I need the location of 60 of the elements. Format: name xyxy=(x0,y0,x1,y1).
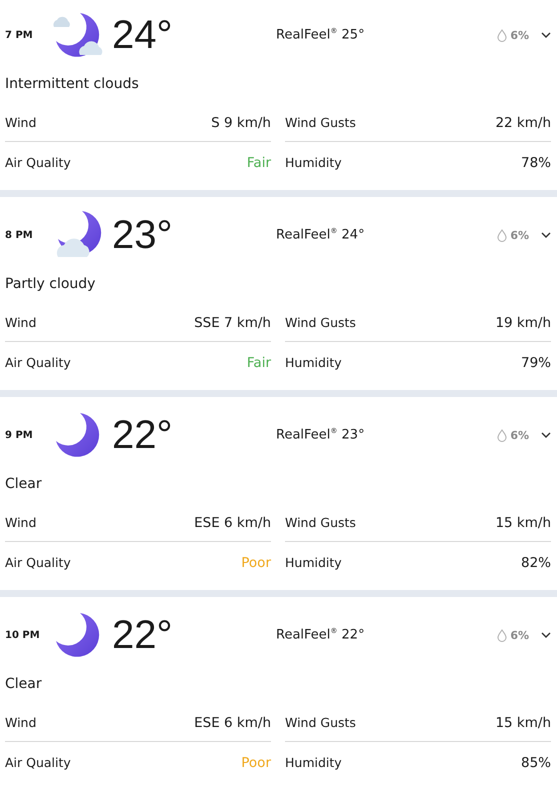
precip-chance: 6% xyxy=(510,428,529,442)
stat-label: Air Quality xyxy=(5,555,71,570)
precip-chance: 6% xyxy=(510,228,529,242)
stat-value: ESE 6 km/h xyxy=(194,515,271,531)
stat-value: 85% xyxy=(520,755,551,771)
precip-chance: 6% xyxy=(510,28,529,42)
stat-value: 22 km/h xyxy=(495,115,551,131)
chevron-icon[interactable] xyxy=(541,632,551,638)
stat-label: Wind xyxy=(5,315,36,330)
stat-label: Wind Gusts xyxy=(285,315,356,330)
stat-value: 19 km/h xyxy=(495,315,551,331)
hour-label: 7 PM xyxy=(5,30,34,40)
stat-value: ESE 6 km/h xyxy=(194,715,271,731)
drop-icon xyxy=(497,628,508,642)
stat-value: 82% xyxy=(520,555,551,571)
condition-text: Clear xyxy=(5,676,43,692)
temperature: 22° xyxy=(112,412,174,458)
hour-label: 8 PM xyxy=(5,230,34,240)
stat-value: Poor xyxy=(241,755,271,771)
stat-value: S 9 km/h xyxy=(211,115,271,131)
drop-icon xyxy=(497,228,508,242)
stat-value: Fair xyxy=(246,155,271,171)
stat-label: Humidity xyxy=(285,755,342,770)
stat-label: Air Quality xyxy=(5,155,71,170)
temperature: 24° xyxy=(112,12,174,58)
temperature: 22° xyxy=(112,612,174,658)
stat-label: Humidity xyxy=(285,155,342,170)
realfeel-text: RealFeel$^{®}$ 24° xyxy=(276,227,366,243)
chevron-icon[interactable] xyxy=(541,232,551,238)
stat-label: Wind xyxy=(5,515,36,530)
stat-label: Wind Gusts xyxy=(285,115,356,130)
stat-label: Wind xyxy=(5,115,36,130)
condition-text: Clear xyxy=(5,476,43,492)
condition-text: Partly cloudy xyxy=(5,276,96,292)
stat-value: Poor xyxy=(241,555,271,571)
realfeel-text: RealFeel$^{®}$ 22° xyxy=(276,627,366,643)
stat-label: Humidity xyxy=(285,555,342,570)
condition-text: Intermittent clouds xyxy=(5,76,140,92)
stat-label: Wind xyxy=(5,715,36,730)
realfeel-text: RealFeel$^{®}$ 25° xyxy=(276,27,366,43)
stat-label: Wind Gusts xyxy=(285,515,356,530)
stat-value: SSE 7 km/h xyxy=(194,315,271,331)
stat-value: 79% xyxy=(520,355,551,371)
realfeel-text: RealFeel$^{®}$ 23° xyxy=(276,427,366,443)
stat-label: Wind Gusts xyxy=(285,715,356,730)
stat-value: 15 km/h xyxy=(495,515,551,531)
chevron-icon[interactable] xyxy=(541,32,551,38)
temperature: 23° xyxy=(112,212,174,258)
stat-value: 15 km/h xyxy=(495,715,551,731)
hour-label: 9 PM xyxy=(5,430,34,440)
drop-icon xyxy=(497,428,508,442)
stat-label: Air Quality xyxy=(5,355,71,370)
precip-chance: 6% xyxy=(510,628,529,642)
stat-value: Fair xyxy=(246,355,271,371)
hour-label: 10 PM xyxy=(5,630,41,640)
drop-icon xyxy=(497,28,508,42)
stat-label: Air Quality xyxy=(5,755,71,770)
stat-label: Humidity xyxy=(285,355,342,370)
stat-value: 78% xyxy=(520,155,551,171)
chevron-icon[interactable] xyxy=(541,432,551,438)
